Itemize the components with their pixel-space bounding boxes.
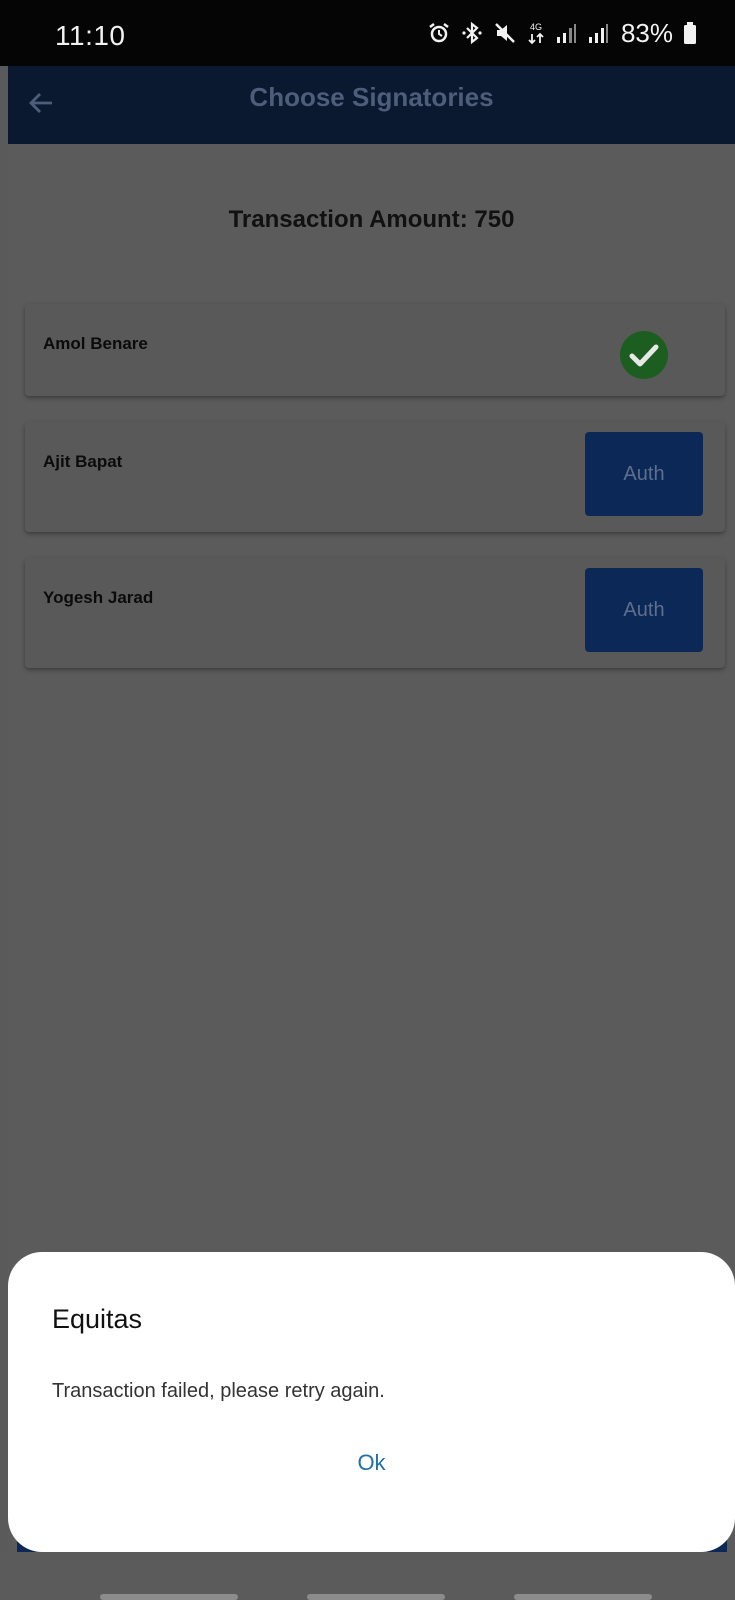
data-icon: 4G	[527, 20, 545, 46]
navigation-bar	[0, 1552, 735, 1600]
signatory-name: Amol Benare	[43, 334, 148, 353]
nav-back-button[interactable]	[514, 1594, 652, 1600]
signatory-name: Ajit Bapat	[43, 452, 123, 471]
auth-button[interactable]: Auth	[585, 568, 703, 652]
status-time: 11:10	[55, 20, 126, 51]
status-icons: 4G 83%	[427, 18, 697, 48]
bluetooth-icon	[461, 21, 483, 45]
nav-home-button[interactable]	[307, 1594, 445, 1600]
dialog-message: Transaction failed, please retry again.	[52, 1380, 385, 1402]
ok-button[interactable]: Ok	[8, 1450, 735, 1476]
battery-icon	[683, 21, 697, 45]
signatory-card: Amol Benare	[25, 304, 725, 396]
mute-icon	[493, 21, 517, 45]
signal-icon	[555, 22, 577, 44]
signatory-card: Ajit Bapat Auth	[25, 422, 725, 532]
app-bar: Choose Signatories	[8, 66, 735, 144]
alarm-icon	[427, 21, 451, 45]
dialog-title: Equitas	[52, 1304, 143, 1334]
alert-dialog: Equitas Transaction failed, please retry…	[8, 1252, 735, 1552]
check-circle-icon	[619, 330, 669, 380]
signal-icon	[587, 22, 609, 44]
battery-percent: 83%	[620, 17, 673, 48]
nav-recents-button[interactable]	[100, 1594, 238, 1600]
auth-button[interactable]: Auth	[585, 432, 703, 516]
network-type: 4G	[530, 22, 542, 32]
status-bar: 11:10 4G 83%	[0, 0, 735, 66]
signatory-name: Yogesh Jarad	[43, 588, 154, 607]
signatory-card: Yogesh Jarad Auth	[25, 558, 725, 668]
page-title: Choose Signatories	[249, 82, 494, 112]
transaction-amount: Transaction Amount: 750	[228, 206, 515, 233]
